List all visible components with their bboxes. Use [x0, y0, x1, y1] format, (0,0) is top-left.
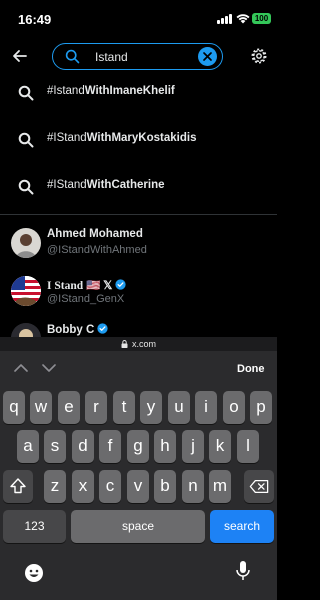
keyboard-toolbar: Done: [0, 351, 277, 387]
key-i[interactable]: i: [195, 391, 217, 424]
emoji-icon[interactable]: [24, 562, 44, 584]
chevron-up-icon[interactable]: [14, 363, 28, 373]
lock-icon: [121, 340, 128, 348]
back-arrow-icon[interactable]: [10, 46, 30, 66]
search-icon: [18, 179, 34, 195]
suggestion-label: #IstandWithImaneKhelif: [47, 85, 175, 97]
key-s[interactable]: s: [44, 430, 66, 463]
key-t[interactable]: t: [113, 391, 135, 424]
key-z[interactable]: z: [44, 470, 66, 503]
key-o[interactable]: o: [223, 391, 245, 424]
avatar: [11, 228, 41, 258]
shift-arrow-icon: [10, 478, 26, 494]
suggestion-label: #IStandWithMaryKostakidis: [47, 132, 197, 144]
key-j[interactable]: j: [182, 430, 204, 463]
key-w[interactable]: w: [30, 391, 52, 424]
url-text: x.com: [131, 339, 156, 349]
key-p[interactable]: p: [250, 391, 272, 424]
key-y[interactable]: y: [140, 391, 162, 424]
search-input[interactable]: [95, 48, 195, 66]
key-g[interactable]: g: [127, 430, 149, 463]
search-icon: [18, 85, 34, 101]
key-r[interactable]: r: [85, 391, 107, 424]
key-x[interactable]: x: [72, 470, 94, 503]
verified-badge-icon: [97, 323, 108, 334]
user-handle: @IStandWithAhmed: [47, 244, 147, 256]
avatar: [11, 276, 41, 306]
search-suggestion[interactable]: #IStandWithMaryKostakidis: [0, 117, 277, 163]
search-key[interactable]: search: [210, 510, 274, 543]
user-name: I Stand 🇺🇸 𝕏: [47, 278, 127, 292]
microphone-icon[interactable]: [233, 560, 253, 582]
suggestion-label: #IStandWithCatherine: [47, 179, 165, 191]
key-m[interactable]: m: [209, 470, 231, 503]
browser-url-bar[interactable]: x.com: [0, 337, 277, 351]
search-field[interactable]: [52, 43, 223, 70]
key-b[interactable]: b: [154, 470, 176, 503]
verified-badge-icon: [115, 279, 127, 290]
key-d[interactable]: d: [72, 430, 94, 463]
key-a[interactable]: a: [17, 430, 39, 463]
search-icon: [18, 132, 34, 148]
status-bar: 16:49 100: [0, 0, 277, 38]
key-f[interactable]: f: [99, 430, 121, 463]
avatar: [11, 323, 41, 337]
space-key[interactable]: space: [71, 510, 205, 543]
user-handle: @IStand_GenX: [47, 293, 125, 305]
key-l[interactable]: l: [237, 430, 259, 463]
backspace-icon: [249, 479, 269, 494]
user-result[interactable]: Ahmed Mohamed @IStandWithAhmed: [0, 222, 277, 270]
search-suggestion[interactable]: #IStandWithCatherine: [0, 164, 277, 210]
settings-gear-icon[interactable]: [250, 47, 268, 65]
status-time: 16:49: [18, 12, 52, 27]
battery-icon: 100: [252, 13, 271, 24]
divider: [0, 214, 277, 215]
user-result[interactable]: Bobby C: [0, 318, 277, 337]
key-e[interactable]: e: [58, 391, 80, 424]
search-icon: [65, 49, 80, 64]
clear-search-button[interactable]: [198, 47, 217, 66]
shift-key[interactable]: [3, 470, 33, 503]
keyboard: Done q w e r t y u i o p a s d f g h j k…: [0, 351, 277, 600]
user-result[interactable]: I Stand 🇺🇸 𝕏 @IStand_GenX: [0, 270, 277, 318]
chevron-down-icon[interactable]: [42, 363, 56, 373]
key-h[interactable]: h: [154, 430, 176, 463]
key-k[interactable]: k: [209, 430, 231, 463]
user-name: Bobby C: [47, 323, 108, 336]
delete-key[interactable]: [244, 470, 274, 503]
user-name: Ahmed Mohamed: [47, 228, 143, 240]
done-button[interactable]: Done: [237, 363, 265, 375]
key-u[interactable]: u: [168, 391, 190, 424]
key-q[interactable]: q: [3, 391, 25, 424]
key-c[interactable]: c: [99, 470, 121, 503]
search-suggestion[interactable]: #IstandWithImaneKhelif: [0, 70, 277, 116]
key-n[interactable]: n: [182, 470, 204, 503]
key-v[interactable]: v: [127, 470, 149, 503]
wifi-icon: [236, 14, 250, 24]
close-icon: [203, 52, 212, 61]
numbers-key[interactable]: 123: [3, 510, 66, 543]
cellular-signal-icon: [217, 14, 233, 24]
